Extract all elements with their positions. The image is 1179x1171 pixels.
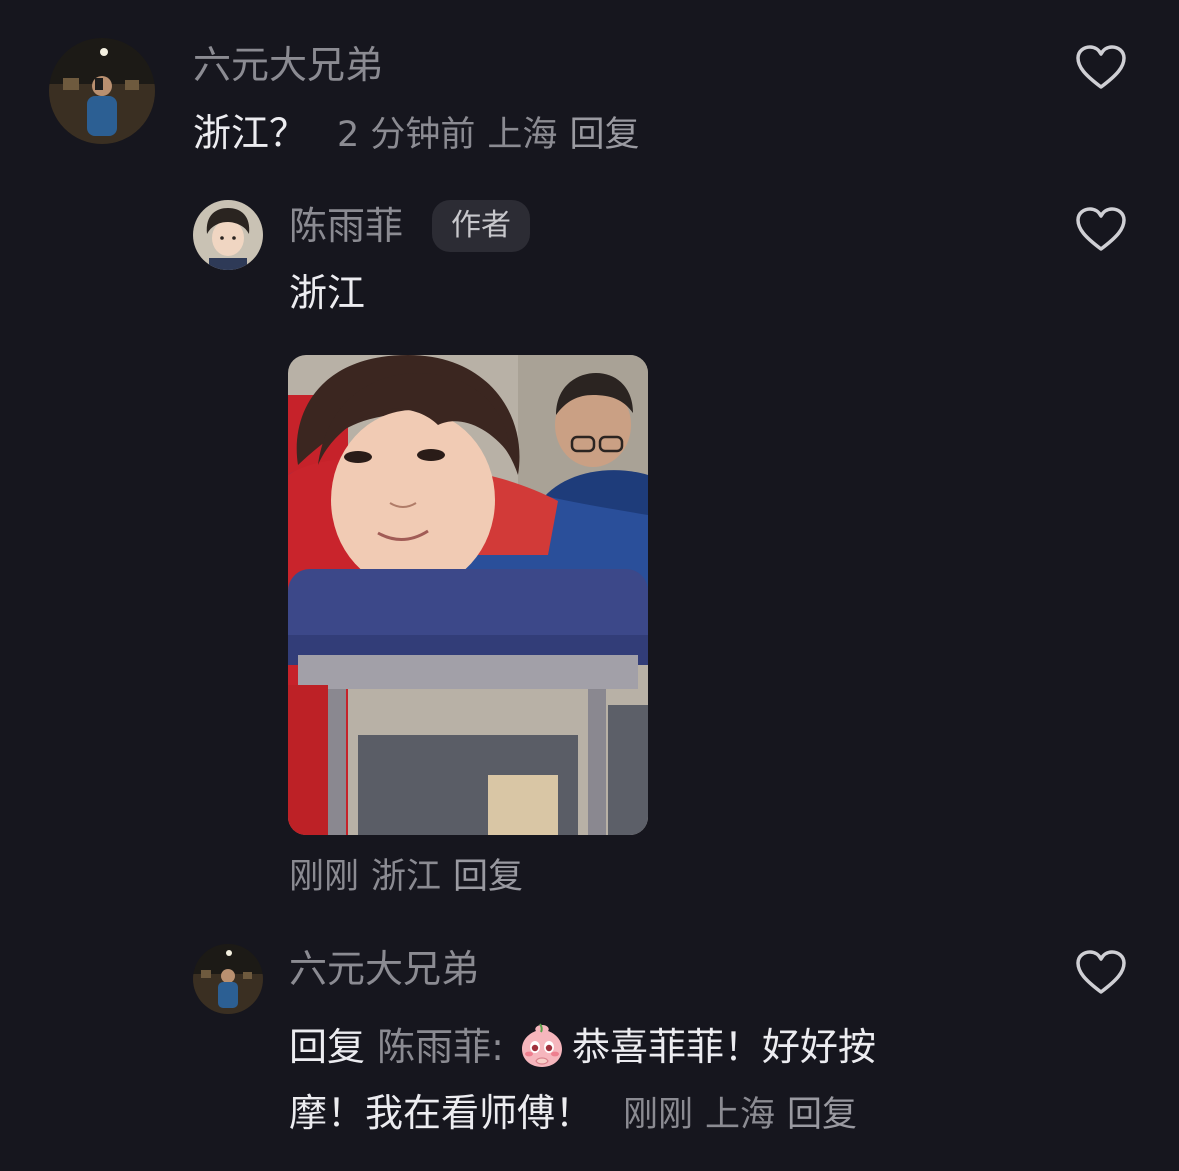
author-avatar[interactable] [193,200,263,270]
comment-time: 刚刚 [623,1095,694,1135]
comment-username[interactable]: 六元大兄弟 [289,946,479,992]
heart-outline-icon [1076,45,1126,89]
comment-line: 摩！我在看师傅！ 刚刚 上海 回复 [289,1080,876,1148]
comment-meta: 刚刚 浙江 回复 [289,856,535,898]
like-button[interactable] [1075,207,1127,253]
comment-username[interactable]: 陈雨菲 [289,203,403,249]
comment-body-line1: 恭喜菲菲！好好按 [572,1025,877,1069]
comment-image[interactable] [288,355,648,835]
comment-username[interactable]: 六元大兄弟 [193,42,383,88]
comment-body: 浙江？ [193,111,308,155]
comment-line: 回复 陈雨菲: 恭喜菲菲！好好按 [289,1014,876,1080]
comment-time: 刚刚 [289,857,360,897]
shy-peach-emoji-icon [518,1021,566,1069]
comment-body-line2: 摩！我在看师傅！ [289,1091,594,1135]
comment-location: 浙江 [371,857,442,897]
comment-location: 上海 [487,115,558,155]
reply-button[interactable]: 回复 [569,115,639,155]
comment-text: 回复 陈雨菲: 恭喜菲菲！好好按 摩！我在看师傅！ 刚刚 上海 回复 [289,1014,876,1148]
reply-button[interactable]: 回复 [453,857,523,897]
author-badge: 作者 [432,200,530,252]
comment-text: 浙江？ 2 分钟前 上海 回复 [193,110,651,158]
comment-meta: 2 分钟前 上海 回复 [337,115,651,155]
comment-time: 2 分钟前 [337,115,476,155]
comment-location: 上海 [705,1095,776,1135]
user-avatar[interactable] [49,38,155,144]
user-avatar[interactable] [193,944,263,1014]
like-button[interactable] [1075,45,1127,91]
reply-target-username[interactable]: 陈雨菲: [377,1025,504,1069]
reply-prefix: 回复 [289,1025,366,1069]
comment-body: 浙江 [289,271,366,315]
like-button[interactable] [1075,950,1127,996]
reply-button[interactable]: 回复 [787,1095,857,1135]
heart-outline-icon [1076,207,1126,251]
comment-meta: 刚刚 上海 回复 [623,1095,869,1135]
heart-outline-icon [1076,950,1126,994]
